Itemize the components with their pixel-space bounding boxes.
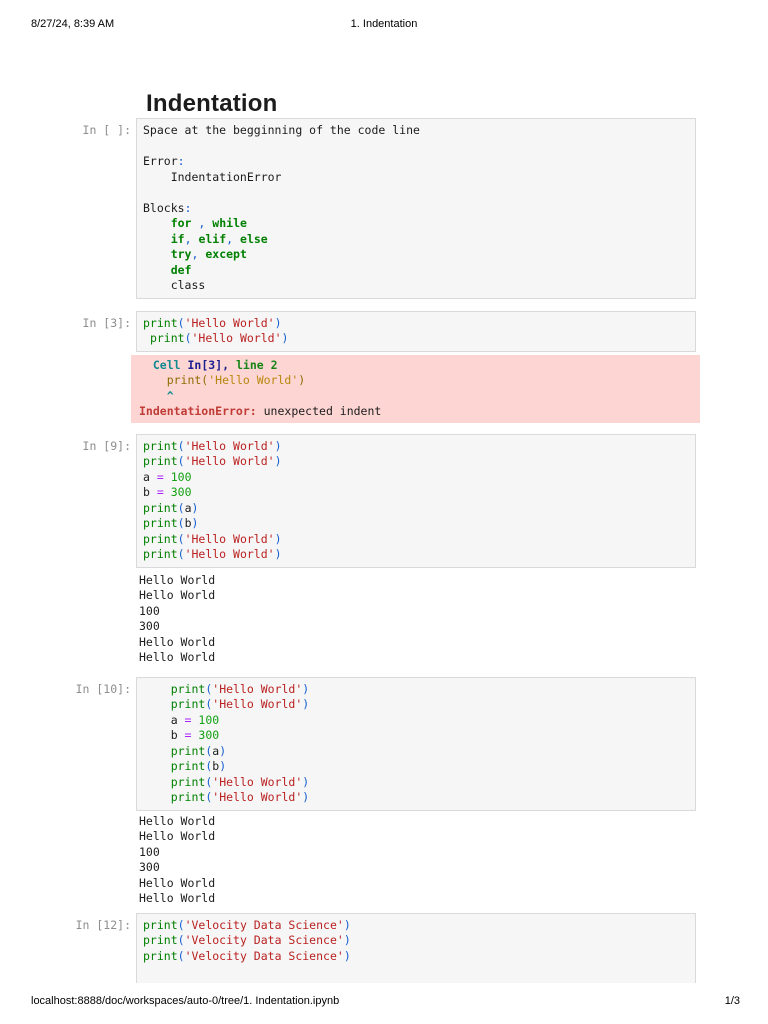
code-cell: In [12]: print('Velocity Data Science') pr… bbox=[0, 912, 768, 983]
code-editor: Space at the begginning of the code line… bbox=[136, 118, 696, 299]
code-line: Hello World bbox=[139, 650, 216, 664]
code-line: print('Hello World') bbox=[149, 331, 289, 345]
code-line: Hello World bbox=[139, 875, 216, 890]
stream-output: Hello World Hello World 100 300 Hello World H… bbox=[0, 814, 768, 907]
print-header: 8/27/24, 8:39 AM 1. Indentation bbox=[31, 18, 737, 32]
code-line: print(b) bbox=[170, 759, 227, 773]
code-line: def bbox=[170, 262, 192, 277]
code-line: print('Velocity Data Science') bbox=[143, 917, 351, 932]
code-line: Hello World bbox=[139, 891, 216, 905]
stream-output: Hello World Hello World 100 300 Hello World H… bbox=[0, 573, 768, 666]
code-line: for , while bbox=[170, 216, 247, 230]
code-line: print('Hello World') bbox=[139, 373, 306, 387]
print-doc-title: 1. Indentation bbox=[350, 18, 418, 30]
code-line: Space at the begginning of the code line bbox=[143, 123, 420, 137]
code-line: b = 300 bbox=[143, 728, 220, 742]
error-output: Cell In[3], line 2 print('Hello World') … bbox=[0, 354, 768, 423]
code-line: 300 bbox=[139, 860, 160, 874]
code-line: Cell In[3], line 2 bbox=[152, 357, 278, 372]
code-line: 100 bbox=[139, 603, 160, 618]
notebook-title: Indentation bbox=[146, 90, 278, 118]
code-line: 300 bbox=[139, 619, 160, 633]
output-text: Hello World Hello World 100 300 Hello World H… bbox=[139, 814, 739, 907]
code-line: print('Hello World') bbox=[143, 438, 282, 453]
code-line: Hello World bbox=[139, 634, 216, 649]
code-line: print('Hello World') bbox=[143, 454, 282, 468]
page-number: 1/3 bbox=[724, 995, 740, 1007]
code-editor: print('Velocity Data Science') print('Vel… bbox=[136, 912, 696, 983]
print-datetime: 8/27/24, 8:39 AM bbox=[31, 18, 115, 30]
code-line: Hello World bbox=[139, 588, 216, 602]
code-line: 100 bbox=[139, 844, 160, 859]
notebook-cells: In [ ]: Space at the begginning of the co… bbox=[0, 118, 768, 983]
code-editor: print('Hello World') print('Hello World'… bbox=[136, 676, 696, 811]
cell-prompt: In [ ]: bbox=[82, 123, 131, 137]
notebook-url: localhost:8888/doc/workspaces/auto-0/tre… bbox=[31, 995, 340, 1007]
traceback: Cell In[3], line 2 print('Hello World') … bbox=[131, 354, 700, 423]
cell-prompt: In [3]: bbox=[82, 315, 131, 330]
code-line: Hello World bbox=[139, 572, 216, 587]
code-line: b = 300 bbox=[143, 485, 192, 499]
code-line: print('Velocity Data Science') bbox=[143, 933, 351, 947]
code-line: print('Hello World') bbox=[170, 681, 310, 696]
code-line: a = 100 bbox=[143, 712, 220, 727]
code-cell: In [ ]: Space at the begginning of the co… bbox=[0, 118, 768, 299]
code-line: Blocks: bbox=[143, 200, 192, 215]
code-line: class bbox=[143, 278, 206, 292]
code-cell: In [9]: print('Hello World') print('Hello … bbox=[0, 433, 768, 568]
cell-prompt: In [10]: bbox=[75, 681, 131, 696]
code-line: print(a) bbox=[170, 743, 227, 758]
output-text: Hello World Hello World 100 300 Hello World H… bbox=[139, 573, 739, 666]
code-line: a = 100 bbox=[143, 469, 192, 484]
code-line: ^ bbox=[139, 388, 174, 403]
code-line: print(b) bbox=[143, 516, 199, 530]
code-line: if, elif, else bbox=[170, 231, 268, 246]
print-footer: localhost:8888/doc/workspaces/auto-0/tre… bbox=[31, 995, 740, 1007]
code-line: print('Hello World') bbox=[143, 531, 282, 546]
code-line: IndentationError bbox=[143, 169, 282, 184]
code-line: print('Hello World') bbox=[143, 315, 282, 330]
code-line: try, except bbox=[170, 247, 247, 261]
code-cell: In [3]: print('Hello World') print('Hello… bbox=[0, 310, 768, 352]
cell-prompt: In [9]: bbox=[82, 438, 131, 453]
code-editor: print('Hello World') print('Hello World'… bbox=[136, 310, 696, 352]
code-line: Hello World bbox=[139, 829, 216, 843]
code-line: print('Hello World') bbox=[170, 790, 310, 804]
code-line: print('Velocity Data Science') bbox=[143, 948, 351, 963]
code-line: print('Hello World') bbox=[143, 547, 282, 561]
code-line: Error: bbox=[143, 154, 185, 168]
code-line: print('Hello World') bbox=[170, 774, 310, 789]
code-line: print('Hello World') bbox=[170, 697, 310, 711]
code-line: print(a) bbox=[143, 500, 199, 515]
code-editor: print('Hello World') print('Hello World')… bbox=[136, 433, 696, 568]
cell-prompt: In [12]: bbox=[75, 917, 131, 932]
code-line: IndentationError: unexpected indent bbox=[139, 404, 382, 418]
code-cell: In [10]: print('Hello World') print('Hel… bbox=[0, 676, 768, 811]
code-line: Hello World bbox=[139, 813, 216, 828]
